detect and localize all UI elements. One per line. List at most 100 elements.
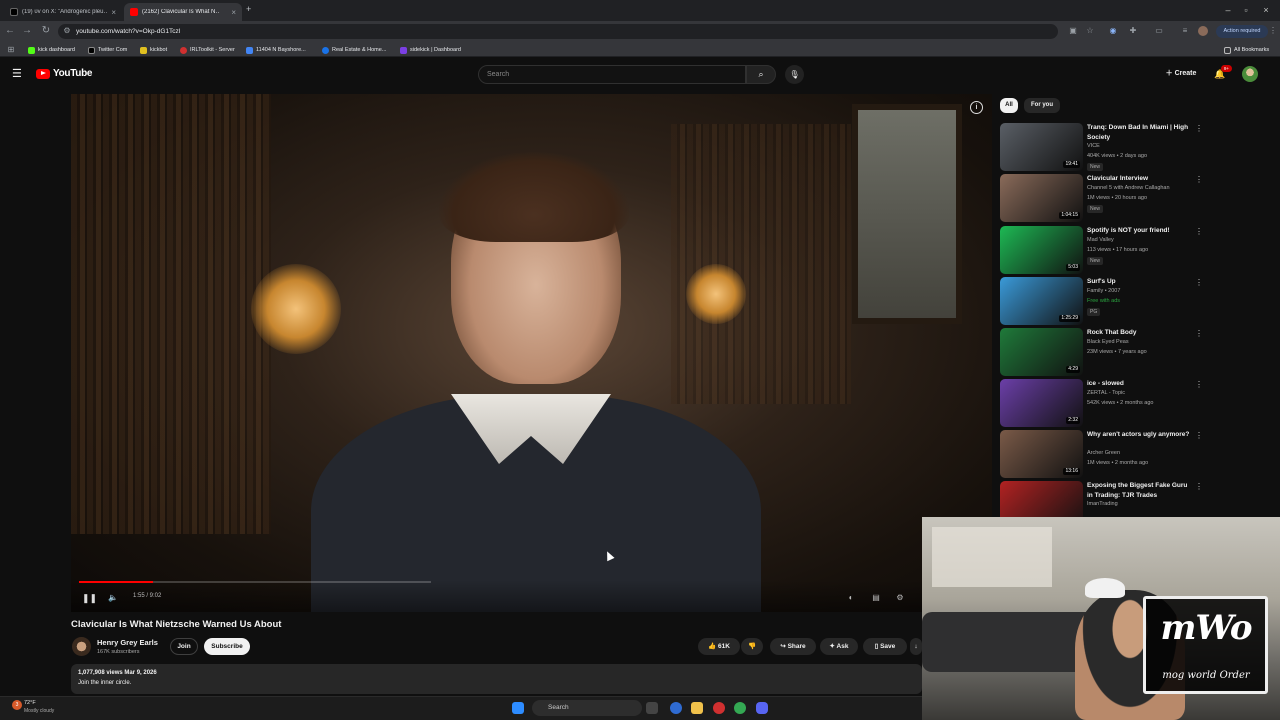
youtube-logo[interactable]: YouTube — [36, 68, 93, 79]
autoplay-toggle-icon[interactable]: ◐ — [845, 592, 857, 604]
close-tab-icon[interactable]: × — [231, 8, 236, 17]
recommendation-title[interactable]: ice - slowed — [1087, 379, 1192, 389]
save-button[interactable]: ▯ Save — [863, 638, 907, 655]
account-avatar[interactable] — [1242, 66, 1258, 82]
video-thumbnail[interactable]: 2:32 — [1000, 379, 1083, 427]
more-options-icon[interactable]: ⋮ — [1195, 482, 1203, 491]
recommendation-channel[interactable]: VICE — [1087, 143, 1100, 149]
recommendation-channel[interactable]: Channel 5 with Andrew Callaghan — [1087, 185, 1170, 191]
recommendation-channel[interactable]: Family • 2007 — [1087, 288, 1120, 294]
recommendation-channel[interactable]: Black Eyed Peas — [1087, 339, 1129, 345]
weather-icon[interactable]: 3 — [12, 700, 22, 710]
recommendation-channel[interactable]: Mad Valley — [1087, 237, 1114, 243]
file-explorer-icon[interactable] — [691, 702, 703, 714]
voice-search-button[interactable]: 🎙 — [785, 65, 804, 84]
extensions-puzzle-icon[interactable]: ✚ — [1128, 26, 1138, 36]
channel-name[interactable]: Henry Grey Earls — [97, 638, 158, 647]
info-icon[interactable]: i — [970, 101, 983, 114]
recommendation-channel[interactable]: ImanTrading — [1087, 501, 1118, 507]
recommendation-item[interactable]: 13:16 Why aren't actors ugly anymore? Arch… — [1000, 430, 1270, 480]
action-required-button[interactable]: Action required — [1216, 25, 1268, 38]
recommendation-item[interactable]: 19:41 Tranq: Down Bad In Miami | High Soc… — [1000, 123, 1270, 173]
recommendation-channel[interactable]: Archer Green — [1087, 450, 1120, 456]
subscribe-button[interactable]: Subscribe — [204, 638, 250, 655]
recommendation-item[interactable]: 1:25:29 Surf's Up Family • 2007 Free with a… — [1000, 277, 1270, 327]
video-player[interactable] — [71, 94, 992, 612]
maximize-icon[interactable]: ▫ — [1238, 3, 1254, 17]
browser-taskbar-icon[interactable] — [670, 702, 682, 714]
recommendation-item[interactable]: 4:29 Rock That Body Black Eyed Peas 23M vie… — [1000, 328, 1270, 378]
recommendation-title[interactable]: Why aren't actors ugly anymore? — [1087, 430, 1192, 440]
recommendation-title[interactable]: Tranq: Down Bad In Miami | High Society — [1087, 123, 1192, 142]
video-thumbnail[interactable]: 13:16 — [1000, 430, 1083, 478]
bookmark-irltoolkit[interactable]: IRLToolkit - Server — [180, 45, 235, 55]
recommendation-item[interactable]: 1:04:15 Clavicular Interview Channel 5 wit… — [1000, 174, 1270, 224]
more-options-icon[interactable]: ⋮ — [1195, 227, 1203, 236]
hamburger-menu-icon[interactable]: ☰ — [12, 68, 24, 80]
settings-gear-icon[interactable]: ⚙ — [894, 592, 906, 604]
install-icon[interactable]: ▣ — [1068, 26, 1078, 36]
recommendation-item[interactable]: 2:32 ice - slowed ZERTAL - Topic 542K views… — [1000, 379, 1270, 429]
more-options-icon[interactable]: ⋮ — [1195, 124, 1203, 133]
join-button[interactable]: Join — [170, 638, 198, 655]
more-options-icon[interactable]: ⋮ — [1195, 175, 1203, 184]
split-view-icon[interactable]: ▭ — [1154, 26, 1164, 36]
bookmark-kickbot[interactable]: kickbot — [140, 45, 167, 55]
search-button[interactable]: ⌕ — [746, 65, 776, 84]
channel-avatar[interactable] — [72, 637, 91, 656]
more-options-icon[interactable]: ⋮ — [1195, 278, 1203, 287]
address-bar[interactable]: youtube.com/watch?v=Okp-dG1Tczl — [58, 24, 1058, 39]
extension-icon[interactable]: ◉ — [1108, 26, 1118, 36]
more-options-icon[interactable]: ⋮ — [1195, 380, 1203, 389]
close-tab-icon[interactable]: × — [111, 8, 116, 17]
video-thumbnail[interactable]: 5:03 — [1000, 226, 1083, 274]
windows-start-icon[interactable] — [512, 702, 524, 714]
description-box[interactable] — [71, 664, 922, 694]
search-input[interactable]: Search — [478, 65, 746, 84]
recommendation-channel[interactable]: ZERTAL - Topic — [1087, 390, 1125, 396]
pause-icon[interactable]: ❚❚ — [82, 592, 97, 604]
download-button[interactable]: ↓ — [910, 638, 922, 655]
bookmark-twitter[interactable]: Twitter Com — [88, 45, 127, 55]
captions-icon[interactable]: ▤ — [870, 592, 882, 604]
more-options-icon[interactable]: ⋮ — [1195, 329, 1203, 338]
like-button[interactable]: 👍 61K — [698, 638, 740, 655]
create-button[interactable]: ＋ Create — [1160, 66, 1202, 82]
bookmark-sidekick[interactable]: sidekick | Dashboard — [400, 45, 461, 55]
bookmark-bayshore[interactable]: 11404 N Bayshore... — [246, 45, 306, 55]
discord-taskbar-icon[interactable] — [756, 702, 768, 714]
ask-button[interactable]: ✦ Ask — [820, 638, 858, 655]
chip-for-you[interactable]: For you — [1024, 98, 1060, 113]
recommendation-title[interactable]: Exposing the Biggest Fake Guru in Tradin… — [1087, 481, 1192, 500]
chip-all[interactable]: All — [1000, 98, 1018, 113]
recommendation-title[interactable]: Surf's Up — [1087, 277, 1192, 287]
more-options-icon[interactable]: ⋮ — [1195, 431, 1203, 440]
new-tab-icon[interactable]: + — [246, 4, 251, 14]
profile-icon[interactable] — [1198, 26, 1208, 36]
close-window-icon[interactable]: × — [1258, 3, 1274, 17]
apps-grid-icon[interactable]: ⊞ — [6, 45, 16, 55]
back-icon[interactable]: ← — [3, 24, 17, 38]
recommendation-title[interactable]: Spotify is NOT your friend! — [1087, 226, 1192, 236]
video-thumbnail[interactable]: 4:29 — [1000, 328, 1083, 376]
bookmark-real-estate[interactable]: Real Estate & Home... — [322, 45, 386, 55]
share-button[interactable]: ↪ Share — [770, 638, 816, 655]
browser-tab-1[interactable]: (19) ᴜv on X: "Androgenic pleu… × — [4, 3, 122, 21]
all-bookmarks-folder[interactable]: All Bookmarks — [1224, 45, 1269, 55]
minimize-icon[interactable]: – — [1220, 3, 1236, 17]
volume-icon[interactable]: 🔈 — [107, 592, 119, 604]
site-info-icon[interactable]: ⚙ — [62, 26, 72, 36]
recommendation-item[interactable]: 5:03 Spotify is NOT your friend! Mad Valle… — [1000, 226, 1270, 276]
bookmark-kick-dashboard[interactable]: kick dashboard — [28, 45, 75, 55]
forward-icon[interactable]: → — [20, 24, 34, 38]
reload-icon[interactable]: ↻ — [39, 24, 53, 38]
chrome-taskbar-icon[interactable] — [734, 702, 746, 714]
taskbar-search[interactable]: Search — [532, 700, 642, 716]
recommendation-title[interactable]: Clavicular Interview — [1087, 174, 1192, 184]
video-thumbnail[interactable]: 1:04:15 — [1000, 174, 1083, 222]
dislike-button[interactable]: 👎 — [741, 638, 763, 655]
menu-kebab-icon[interactable]: ⋮ — [1268, 26, 1278, 36]
video-thumbnail[interactable]: 1:25:29 — [1000, 277, 1083, 325]
recommendation-title[interactable]: Rock That Body — [1087, 328, 1192, 338]
app-taskbar-icon[interactable] — [713, 702, 725, 714]
